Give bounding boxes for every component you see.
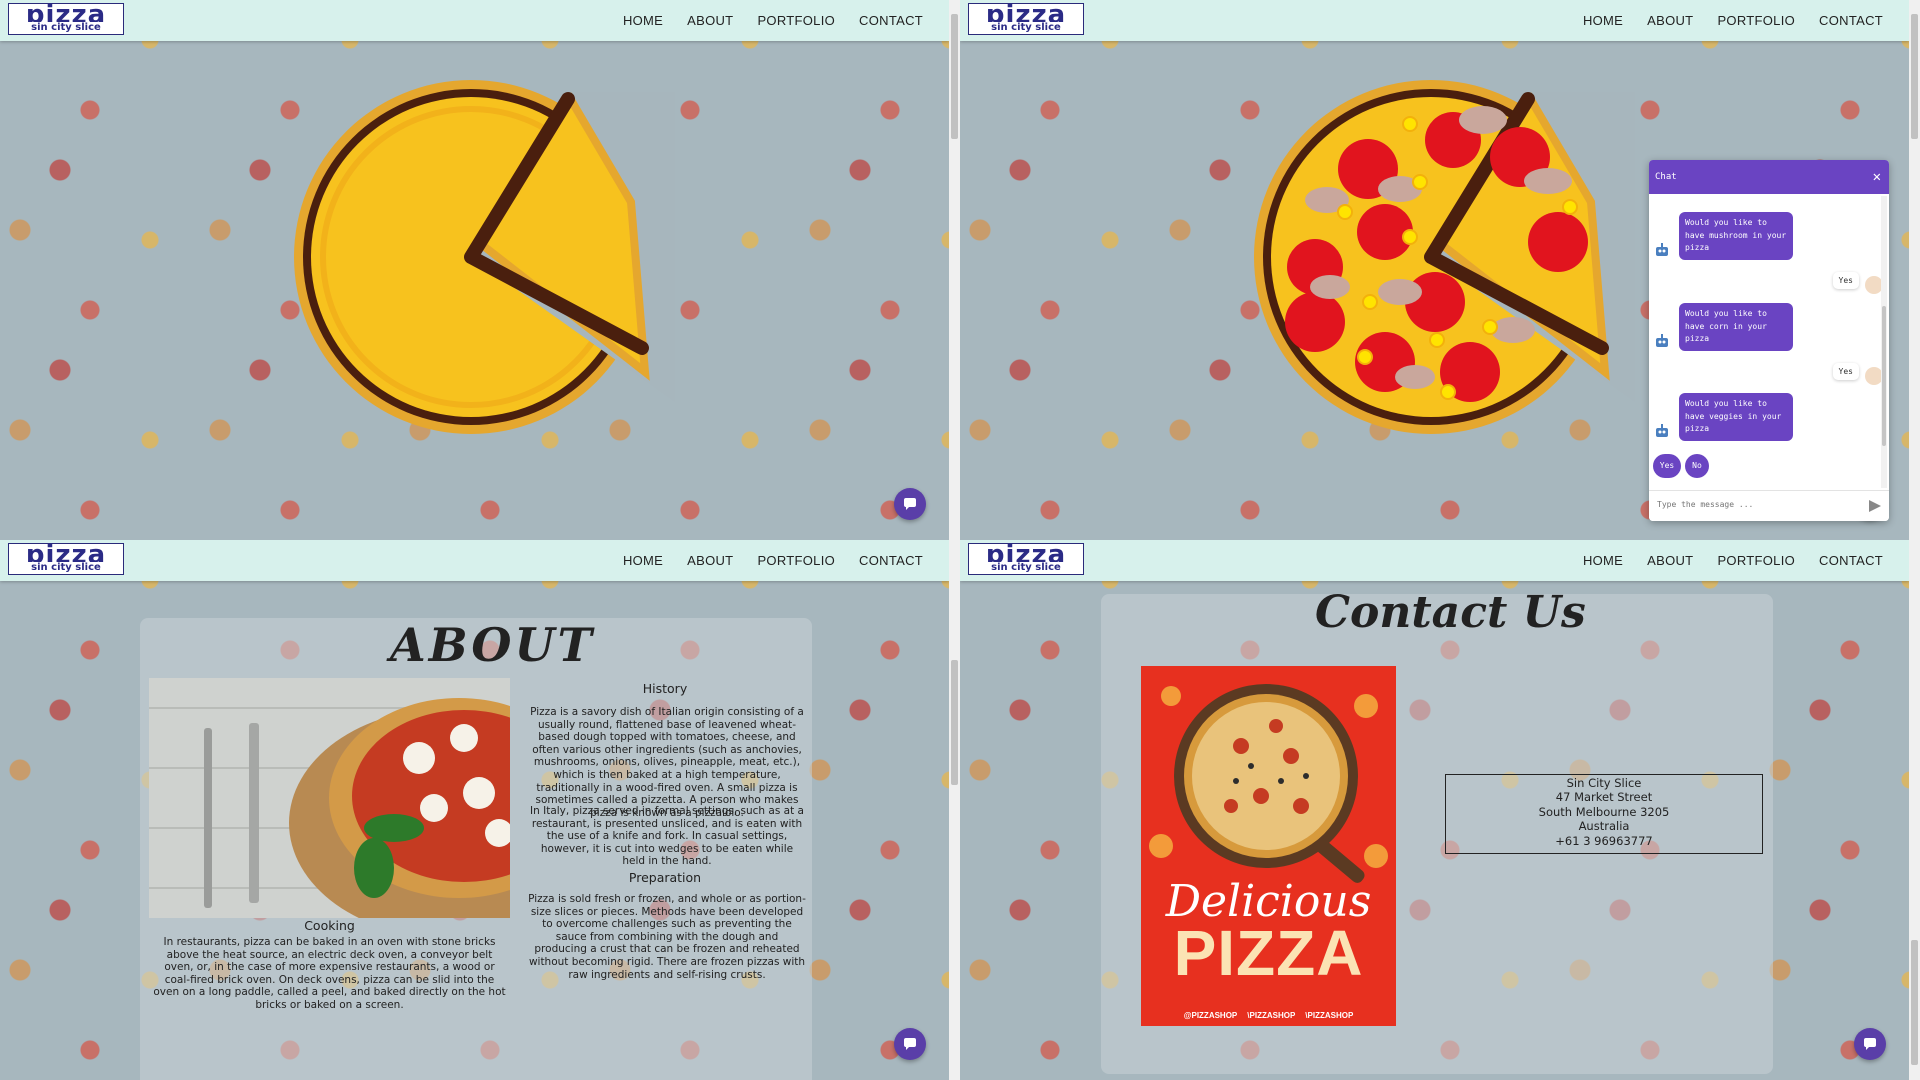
nav-about[interactable]: ABOUT bbox=[687, 553, 733, 568]
address-street: 47 Market Street bbox=[1555, 790, 1653, 805]
logo-tagline: sin city slice bbox=[9, 22, 123, 33]
topped-pizza-illustration bbox=[1254, 80, 1635, 434]
nav-home[interactable]: HOME bbox=[1583, 553, 1623, 568]
nav-portfolio[interactable]: PORTFOLIO bbox=[757, 13, 835, 28]
address-phone[interactable]: +61 3 96963777 bbox=[1446, 834, 1762, 848]
logo[interactable]: pizza sin city slice bbox=[8, 0, 124, 35]
pizza-poster: Delicious PIZZA @PIZZASHOP \PIZZASHOP \P… bbox=[1141, 666, 1396, 1026]
chat-scrollbar[interactable] bbox=[1881, 196, 1887, 488]
home-view: pizza sin city slice HOME ABOUT PORTFOLI… bbox=[0, 0, 949, 540]
nav-menu: HOME ABOUT PORTFOLIO CONTACT bbox=[623, 553, 923, 568]
history-text: Pizza is a savory dish of Italian origin… bbox=[530, 706, 804, 819]
nav-about[interactable]: ABOUT bbox=[687, 13, 733, 28]
navbar: pizza sin city slice HOME ABOUT PORTFOLI… bbox=[960, 540, 1909, 581]
logo-tagline: sin city slice bbox=[969, 22, 1083, 33]
nav-contact[interactable]: CONTACT bbox=[1819, 13, 1883, 28]
address-box: Sin City Slice 47 Market Street South Me… bbox=[1445, 774, 1763, 854]
chat-message-user: Yes bbox=[1832, 272, 1859, 289]
robot-icon bbox=[1653, 423, 1671, 441]
nav-home[interactable]: HOME bbox=[1583, 13, 1623, 28]
nav-contact[interactable]: CONTACT bbox=[1819, 553, 1883, 568]
chat-message-input[interactable] bbox=[1655, 499, 1849, 510]
nav-portfolio[interactable]: PORTFOLIO bbox=[1717, 13, 1795, 28]
empty-pizza-illustration bbox=[294, 80, 675, 434]
chat-open-button[interactable] bbox=[894, 1028, 926, 1060]
nav-menu: HOME ABOUT PORTFOLIO CONTACT bbox=[623, 13, 923, 28]
robot-icon bbox=[1653, 242, 1671, 260]
history-text-2: In Italy, pizza served in formal setting… bbox=[530, 805, 804, 868]
chat-message-bot: Would you like to have veggies in your p… bbox=[1679, 393, 1793, 441]
logo[interactable]: pizza sin city slice bbox=[968, 540, 1084, 575]
instagram-handle: @PIZZASHOP bbox=[1183, 1011, 1238, 1020]
page-title: Contact Us bbox=[1315, 587, 1586, 638]
address-suburb: South Melbourne 3205 bbox=[1538, 804, 1670, 819]
navbar: pizza sin city slice HOME ABOUT PORTFOLI… bbox=[0, 0, 949, 41]
robot-icon bbox=[1653, 333, 1671, 351]
preparation-text: Pizza is sold fresh or frozen, and whole… bbox=[528, 893, 806, 981]
logo[interactable]: pizza sin city slice bbox=[968, 0, 1084, 35]
nav-about[interactable]: ABOUT bbox=[1647, 553, 1693, 568]
contact-view: pizza sin city slice HOME ABOUT PORTFOLI… bbox=[960, 540, 1909, 1080]
nav-home[interactable]: HOME bbox=[623, 13, 663, 28]
youtube-handle: \PIZZASHOP bbox=[1247, 1011, 1296, 1020]
chat-message-user: Yes bbox=[1832, 363, 1859, 380]
poster-social: @PIZZASHOP \PIZZASHOP \PIZZASHOP bbox=[1141, 1011, 1396, 1020]
navbar: pizza sin city slice HOME ABOUT PORTFOLI… bbox=[960, 0, 1909, 41]
nav-home[interactable]: HOME bbox=[623, 553, 663, 568]
chat-title: Chat bbox=[1655, 172, 1677, 182]
nav-portfolio[interactable]: PORTFOLIO bbox=[1717, 553, 1795, 568]
chat-message-bot: Would you like to have mushroom in your … bbox=[1679, 212, 1793, 260]
chat-input-bar bbox=[1649, 490, 1889, 521]
quick-reply-yes[interactable]: Yes bbox=[1653, 454, 1681, 478]
scrollbar[interactable] bbox=[1909, 540, 1920, 1080]
send-icon[interactable] bbox=[1869, 500, 1881, 512]
logo-tagline: sin city slice bbox=[969, 562, 1083, 573]
about-view: pizza sin city slice HOME ABOUT PORTFOLI… bbox=[0, 540, 949, 1080]
nav-contact[interactable]: CONTACT bbox=[859, 13, 923, 28]
pizza-photo bbox=[149, 678, 510, 918]
cooking-heading: Cooking bbox=[304, 918, 355, 933]
chat-header: Chat ✕ bbox=[1649, 160, 1889, 194]
nav-portfolio[interactable]: PORTFOLIO bbox=[757, 553, 835, 568]
chat-widget: Chat ✕ Would you like to have mushroom i… bbox=[1649, 160, 1889, 521]
facebook-handle: \PIZZASHOP bbox=[1305, 1011, 1354, 1020]
navbar: pizza sin city slice HOME ABOUT PORTFOLI… bbox=[0, 540, 949, 581]
poster-big-text: PIZZA bbox=[1173, 917, 1364, 989]
chat-message-bot: Would you like to have corn in your pizz… bbox=[1679, 303, 1793, 351]
preparation-heading: Preparation bbox=[628, 870, 702, 885]
address-business: Sin City Slice bbox=[1566, 776, 1642, 790]
history-heading: History bbox=[642, 681, 688, 696]
nav-menu: HOME ABOUT PORTFOLIO CONTACT bbox=[1583, 553, 1883, 568]
nav-about[interactable]: ABOUT bbox=[1647, 13, 1693, 28]
quick-reply-no[interactable]: No bbox=[1685, 454, 1709, 478]
scrollbar[interactable] bbox=[1909, 0, 1920, 540]
close-icon[interactable]: ✕ bbox=[1873, 160, 1881, 194]
chat-open-button[interactable] bbox=[894, 488, 926, 520]
logo-tagline: sin city slice bbox=[9, 562, 123, 573]
address-country: Australia bbox=[1578, 819, 1630, 834]
page-title: ABOUT bbox=[390, 618, 595, 672]
logo[interactable]: pizza sin city slice bbox=[8, 540, 124, 575]
cooking-text: In restaurants, pizza can be baked in an… bbox=[153, 936, 506, 1011]
nav-contact[interactable]: CONTACT bbox=[859, 553, 923, 568]
chat-open-button[interactable] bbox=[1854, 1028, 1886, 1060]
scrollbar[interactable] bbox=[949, 0, 960, 540]
nav-menu: HOME ABOUT PORTFOLIO CONTACT bbox=[1583, 13, 1883, 28]
poster-pizza-image bbox=[1149, 684, 1388, 883]
scrollbar[interactable] bbox=[949, 540, 960, 1080]
